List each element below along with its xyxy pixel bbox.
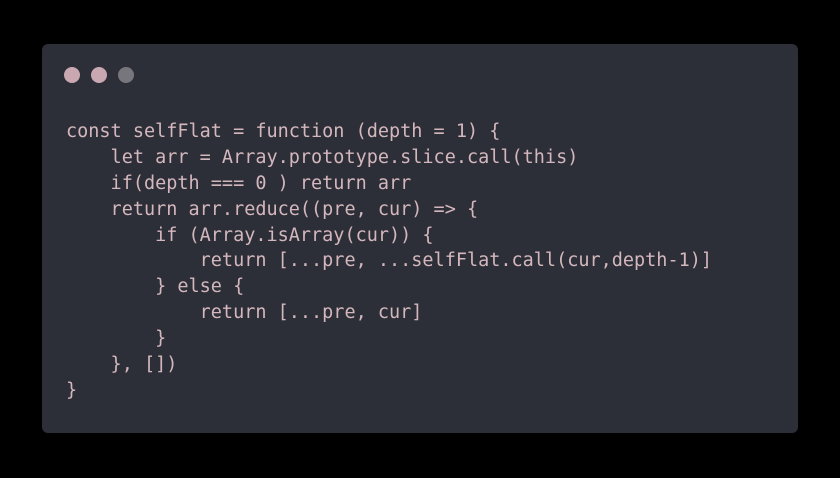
code-line: } else {: [66, 276, 245, 298]
code-line: return arr.reduce((pre, cur) => {: [66, 198, 479, 220]
code-line: if (Array.isArray(cur)) {: [66, 224, 434, 246]
code-line: let arr = Array.prototype.slice.call(thi…: [66, 146, 579, 168]
code-line: return [...pre, cur]: [66, 302, 423, 324]
code-line: return [...pre, ...selfFlat.call(cur,dep…: [66, 250, 713, 272]
minimize-dot[interactable]: [91, 67, 107, 83]
code-line: }, []): [66, 354, 178, 376]
code-line: }: [66, 379, 78, 401]
code-line: }: [66, 328, 167, 350]
code-block: const selfFlat = function (depth = 1) { …: [66, 119, 712, 404]
code-line: const selfFlat = function (depth = 1) {: [66, 121, 501, 142]
maximize-dot[interactable]: [118, 67, 134, 83]
code-line: if(depth === 0 ) return arr: [66, 172, 412, 194]
window-controls: [64, 67, 134, 83]
close-dot[interactable]: [64, 67, 80, 83]
code-window: const selfFlat = function (depth = 1) { …: [42, 44, 798, 433]
